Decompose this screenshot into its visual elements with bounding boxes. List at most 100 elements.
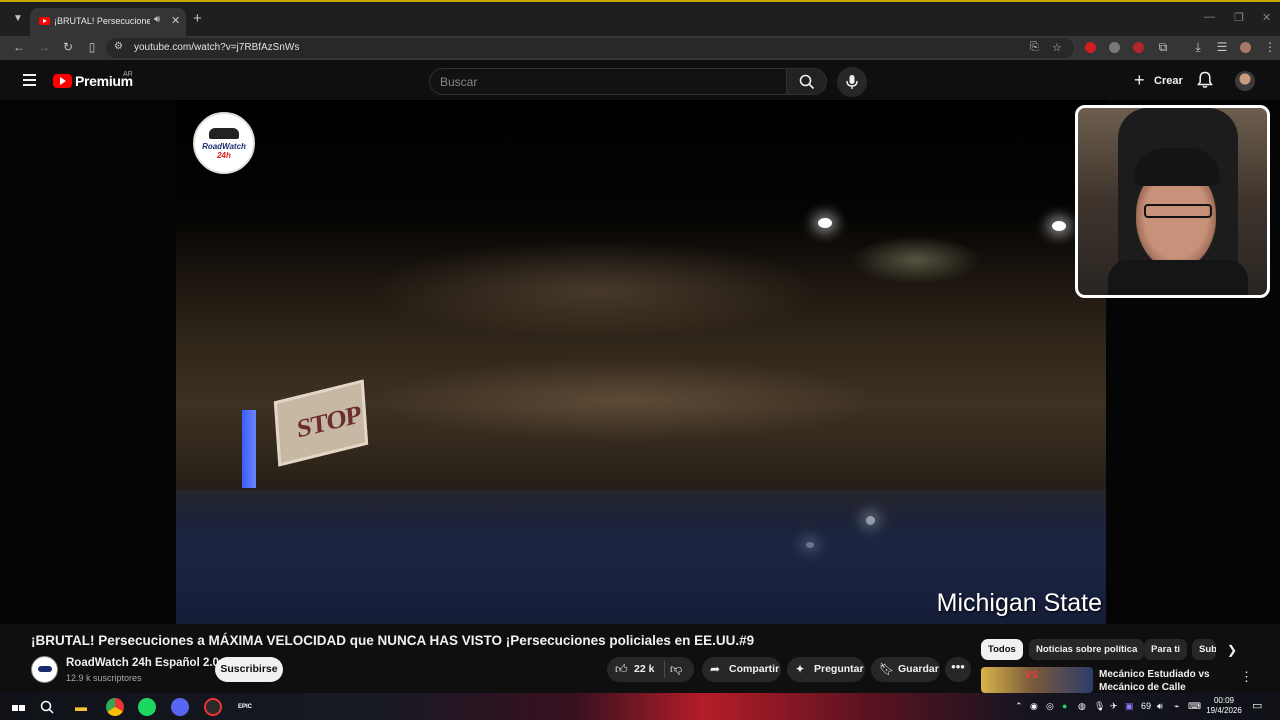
notifications-icon[interactable]: ▭ [1252,699,1262,712]
chip-sub[interactable]: Sub [1192,639,1216,660]
screen: ▼ ¡BRUTAL! Persecuciones a MÁXIMA VELOCI… [0,0,1280,720]
youtube-header: Premium AR Buscar + Crear [0,62,1280,100]
search-taskbar-icon[interactable] [38,698,56,716]
restore-icon[interactable]: ❐ [1234,11,1244,24]
thumbnail-vs-text: VS [1025,670,1039,681]
person-glasses [1144,204,1212,218]
share-button[interactable]: ➦ Compartir [702,657,781,682]
windows-icon[interactable] [9,698,27,716]
person-hair [1134,148,1220,186]
account-avatar[interactable] [1235,71,1255,91]
dislike-icon[interactable]: 👎︎ [670,662,682,677]
new-tab-button[interactable]: + [193,10,202,27]
menu-icon[interactable] [23,74,36,86]
kebab-menu-icon[interactable]: ⋮ [1240,669,1253,685]
tray-app-icon[interactable]: ▣ [1125,701,1134,712]
channel-name[interactable]: RoadWatch 24h Español 2.0 [66,657,219,669]
tray-steam-icon[interactable]: ◎ [1046,701,1054,712]
like-dislike-group: 👍︎ 22 k 👎︎ [607,657,694,682]
channel-avatar[interactable] [31,656,58,683]
like-icon[interactable]: 👍︎ [615,662,628,677]
chrome-icon[interactable] [106,698,124,716]
split-view-icon[interactable]: ▯ [84,40,100,54]
stop-sign-text: STOP [296,399,362,444]
extensions-puzzle-icon[interactable]: ⧉ [1155,40,1171,55]
windows-taskbar: ▬ EPIC ⌃ ◉ ◎ ● ◍ 🎙︎ ✈ ▣ 69 🔊︎ ⌁ ⌨ ▭ [0,693,1280,720]
watermark-line2: 24h [217,151,231,160]
language-icon[interactable]: ⌨ [1188,701,1201,712]
recommendation-thumbnail[interactable]: VS [981,667,1093,693]
network-icon[interactable]: ⌁ [1174,701,1179,712]
tray-app-icon[interactable]: ✈ [1110,701,1118,712]
tray-chevron-up-icon[interactable]: ⌃ [1015,701,1023,712]
chip-politics[interactable]: Noticias sobre política [1029,639,1145,660]
create-label: Crear [1154,75,1183,87]
search-icon [799,74,815,90]
save-button[interactable]: 🔖︎ Guardar [871,657,940,682]
tray-app-icon[interactable]: ◍ [1078,701,1086,712]
video-player[interactable]: STOP RoadWatch 24h Michigan State [0,100,1280,624]
subscribe-button[interactable]: Suscribirse [215,657,283,682]
reading-list-icon[interactable]: ☰ [1214,40,1230,54]
chip-for-you[interactable]: Para ti [1144,639,1188,660]
clock-time: 00:09 [1213,696,1235,705]
more-actions-button[interactable]: ••• [945,657,971,682]
install-app-icon[interactable]: ⎘ [1030,41,1039,54]
back-icon[interactable]: ← [11,40,27,54]
chevron-right-icon[interactable]: ❯ [1227,643,1237,657]
tray-counter[interactable]: 69 [1141,701,1151,711]
address-bar[interactable]: ⚙ youtube.com/watch?v=j7RBfAzSnWs ⎘ ☆ [106,38,1074,58]
spotify-icon[interactable] [138,698,156,716]
tab-title: ¡BRUTAL! Persecuciones a MÁXIMA VELOCIDA… [54,16,150,26]
search-input[interactable]: Buscar [429,68,787,95]
youtube-logo-icon[interactable] [53,74,72,88]
webcam-overlay [1075,105,1270,298]
share-label: Compartir [729,663,780,675]
volume-icon[interactable]: 🔊︎ [1157,701,1163,712]
extension-icon[interactable] [1133,42,1144,53]
ask-button[interactable]: ✦ Preguntar [787,657,865,682]
light-spot [1052,221,1066,231]
profile-avatar[interactable] [1240,42,1251,53]
youtube-favicon-icon [39,17,50,25]
share-icon: ➦ [710,662,721,676]
file-explorer-icon[interactable]: ▬ [72,698,90,716]
tray-spotify-icon[interactable]: ● [1062,701,1067,711]
voice-search-button[interactable] [837,67,867,97]
forward-icon[interactable]: → [36,40,52,54]
video-title: ¡BRUTAL! Persecuciones a MÁXIMA VELOCIDA… [31,633,755,648]
stop-sign: STOP [273,379,369,467]
channel-watermark-logo: RoadWatch 24h [193,112,255,174]
bookmark-star-icon[interactable]: ☆ [1052,41,1062,54]
light-spot [818,218,832,228]
url-text: youtube.com/watch?v=j7RBfAzSnWs [134,42,300,53]
extension-icon[interactable] [1109,42,1120,53]
minimize-icon[interactable]: — [1204,11,1215,23]
blue-light-post [242,410,256,488]
recording-app-icon[interactable] [204,698,222,716]
bell-icon[interactable] [1197,71,1213,89]
epic-games-icon[interactable]: EPIC [236,698,254,716]
create-button[interactable]: + Crear [1128,69,1186,93]
tray-mic-icon[interactable]: 🎙︎ [1094,701,1105,712]
browser-tab[interactable]: ¡BRUTAL! Persecuciones a MÁXIMA VELOCIDA… [30,8,186,38]
discord-icon[interactable] [171,698,189,716]
taskbar-clock[interactable]: 00:09 19/4/2026 [1204,696,1244,716]
close-window-icon[interactable]: ✕ [1262,11,1271,24]
browser-menu-icon[interactable]: ⋮ [1262,40,1278,54]
like-count[interactable]: 22 k [634,663,654,675]
site-info-icon[interactable]: ⚙ [114,41,123,52]
search-button[interactable] [787,68,827,95]
download-icon[interactable]: ⤓ [1190,40,1206,55]
extension-icon[interactable] [1085,42,1096,53]
close-tab-icon[interactable]: ✕ [171,14,180,27]
speaker-icon[interactable]: 🔊︎ [154,14,160,25]
tray-app-icon[interactable]: ◉ [1030,701,1038,712]
divider [664,661,665,678]
watermark-line1: RoadWatch [202,142,246,151]
chip-todos[interactable]: Todos [981,639,1023,660]
reload-icon[interactable]: ↻ [60,40,76,54]
ask-label: Preguntar [814,663,864,675]
tab-search-icon[interactable]: ▼ [10,11,26,27]
recommendation-title[interactable]: Mecánico Estudiado vs Mecánico de Calle [1099,668,1223,694]
